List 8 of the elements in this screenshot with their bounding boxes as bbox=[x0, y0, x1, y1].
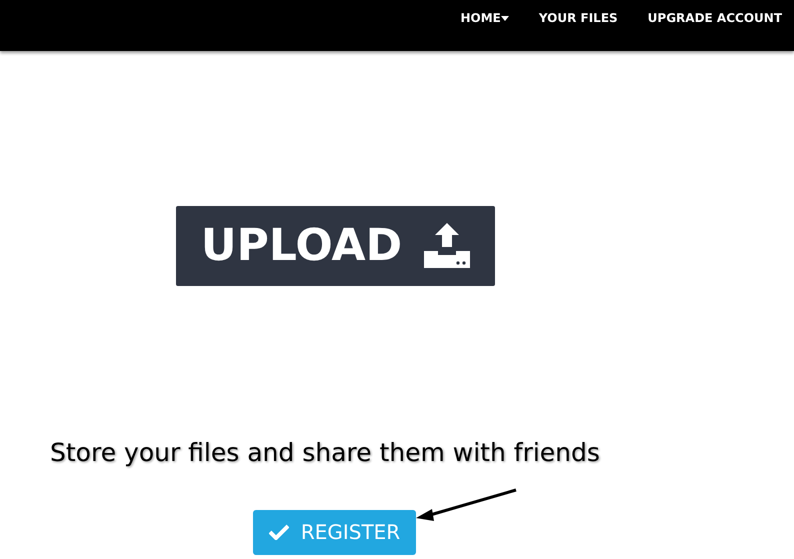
tagline: Store your files and share them with friends bbox=[50, 437, 600, 469]
nav-link[interactable]: YOUR FILES bbox=[538, 9, 618, 27]
nav-link[interactable]: HOME bbox=[460, 9, 509, 27]
upload-icon bbox=[424, 223, 470, 269]
upload-button[interactable]: UPLOAD bbox=[176, 206, 495, 286]
nav-link[interactable]: UPGRADE ACCOUNT bbox=[648, 9, 782, 27]
check-icon bbox=[268, 524, 289, 540]
caret-icon bbox=[500, 16, 509, 20]
